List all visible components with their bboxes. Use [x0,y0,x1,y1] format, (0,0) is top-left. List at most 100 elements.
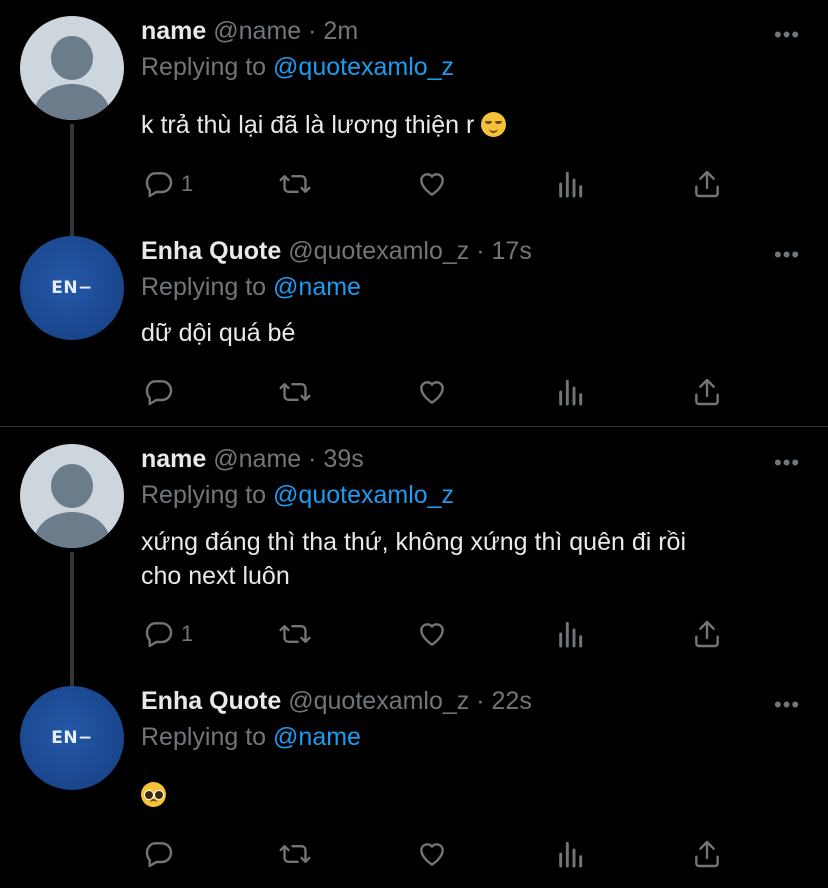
replying-label: Replying to [141,273,267,301]
replying-handle-link[interactable]: @quotexamlo_z [273,53,454,81]
replying-to: Replying to @quotexamlo_z [141,481,454,510]
share-button[interactable] [691,164,723,204]
tweet-time[interactable]: 22s [492,687,532,715]
more-options-button[interactable]: ••• [774,244,800,266]
reply-button[interactable]: 1 [143,164,193,204]
pleading-face-emoji-icon [141,782,166,807]
replying-label: Replying to [141,723,267,751]
author-name[interactable]: Enha Quote [141,237,281,265]
reply-button[interactable] [143,834,181,874]
author-name[interactable]: name [141,445,206,473]
tweet-text-content: k trả thù lại đã là lương thiện r [141,111,475,139]
author-name[interactable]: name [141,17,206,45]
retweet-button[interactable] [278,614,312,654]
replying-handle-link[interactable]: @name [273,723,361,751]
thread-divider [0,426,828,427]
analytics-button[interactable] [555,614,585,654]
avatar-body-shape [34,512,110,548]
share-button[interactable] [691,372,723,412]
author-handle[interactable]: @quotexamlo_z [288,687,469,715]
like-button[interactable] [416,834,448,874]
share-icon [695,840,719,868]
avatar-head-shape [51,36,93,80]
replying-to: Replying to @name [141,723,361,752]
retweet-button[interactable] [278,372,312,412]
more-options-button[interactable]: ••• [774,694,800,716]
heart-icon [420,623,444,646]
tweet-header: name @name · 39s [141,445,364,474]
like-button[interactable] [416,164,448,204]
tweet-actions: 1 [0,164,828,204]
avatar-body-shape [34,84,110,120]
relieved-face-emoji-icon [481,112,507,137]
tweet-header: Enha Quote @quotexamlo_z · 17s [141,237,532,266]
tweet-text: xứng đáng thì tha thứ, không xứng thì qu… [141,525,801,593]
analytics-button[interactable] [555,834,585,874]
retweet-icon [279,624,311,644]
replying-label: Replying to [141,53,267,81]
avatar-default[interactable] [20,16,124,120]
retweet-button[interactable] [278,164,312,204]
avatar-default[interactable] [20,444,124,548]
more-options-button[interactable]: ••• [774,452,800,474]
analytics-button[interactable] [555,164,585,204]
avatar-head-shape [51,464,93,508]
heart-icon [420,843,444,866]
reply-button[interactable]: 1 [143,614,193,654]
replying-label: Replying to [141,481,267,509]
tweet-text-line-2: cho next luôn [141,562,290,590]
reply-button[interactable] [143,372,181,412]
retweet-icon [279,382,311,402]
tweet-header: name @name · 2m [141,17,358,46]
replying-handle-link[interactable]: @quotexamlo_z [273,481,454,509]
heart-icon [420,173,444,196]
like-button[interactable] [416,614,448,654]
tweet-actions: 1 [0,614,828,654]
tweet-text-line-1: xứng đáng thì tha thứ, không xứng thì qu… [141,528,687,556]
author-handle[interactable]: @quotexamlo_z [288,237,469,265]
avatar-logo-text: EN− [51,278,93,298]
share-button[interactable] [691,614,723,654]
author-handle[interactable]: @name [213,445,301,473]
reply-icon [145,622,173,648]
analytics-icon [559,621,583,648]
separator-dot: · [476,687,485,715]
more-options-button[interactable]: ••• [774,24,800,46]
separator-dot: · [308,445,317,473]
tweet-time[interactable]: 2m [323,17,358,45]
reply-count: 1 [181,171,194,196]
reply-count: 1 [181,621,194,646]
retweet-button[interactable] [278,834,312,874]
author-name[interactable]: Enha Quote [141,687,281,715]
tweet-text-content: dữ dội quá bé [141,319,296,347]
replying-handle-link[interactable]: @name [273,273,361,301]
replying-to: Replying to @name [141,273,361,302]
share-button[interactable] [691,834,723,874]
avatar-enha[interactable]: EN− [20,236,124,340]
tweet-time[interactable]: 39s [323,445,363,473]
retweet-icon [279,844,311,864]
like-button[interactable] [416,372,448,412]
analytics-icon [559,841,583,868]
avatar-logo-text: EN− [51,728,93,748]
reply-icon [145,842,173,868]
analytics-button[interactable] [555,372,585,412]
tweet-text [141,778,801,812]
replying-to: Replying to @quotexamlo_z [141,53,454,82]
tweet-time[interactable]: 17s [492,237,532,265]
share-icon [695,378,719,406]
tweet-text: k trả thù lại đã là lương thiện r [141,108,801,142]
share-icon [695,620,719,648]
reply-icon [145,172,173,198]
tweet-actions [0,834,828,874]
heart-icon [420,381,444,404]
tweet-actions [0,372,828,412]
reply-icon [145,380,173,406]
separator-dot: · [308,17,317,45]
analytics-icon [559,171,583,198]
author-handle[interactable]: @name [213,17,301,45]
separator-dot: · [476,237,485,265]
analytics-icon [559,379,583,406]
tweet-text: dữ dội quá bé [141,316,801,350]
avatar-enha[interactable]: EN− [20,686,124,790]
